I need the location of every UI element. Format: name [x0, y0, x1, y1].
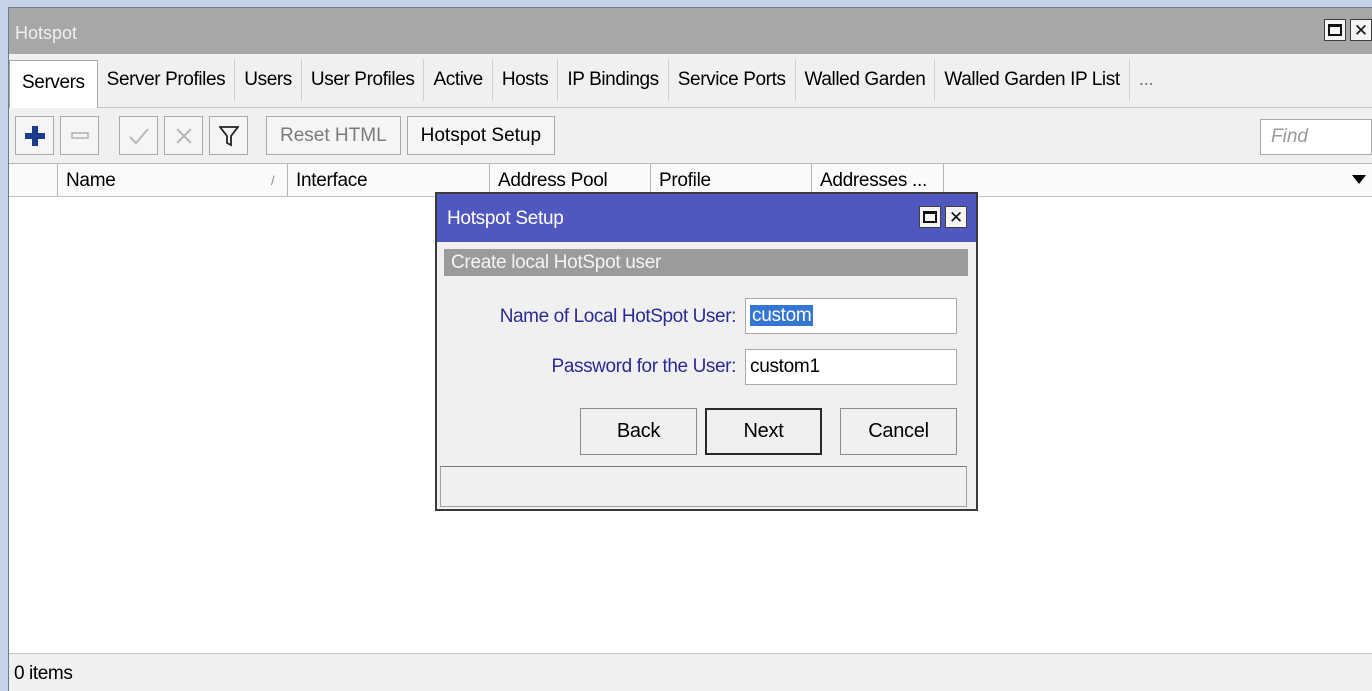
next-button[interactable]: Next — [705, 408, 822, 455]
cancel-button[interactable]: Cancel — [840, 408, 957, 455]
window-title: Hotspot — [15, 23, 78, 43]
hotspot-setup-dialog: Hotspot Setup ✕ Create local HotSpot use… — [435, 192, 978, 511]
password-label: Password for the User: — [551, 356, 737, 377]
reset-html-button[interactable]: Reset HTML — [266, 116, 401, 155]
filter-button[interactable] — [209, 116, 248, 155]
toolbar: Reset HTML Hotspot Setup Find — [9, 109, 1372, 162]
tab-server-profiles[interactable]: Server Profiles — [98, 59, 236, 101]
tab-more[interactable]: ... — [1130, 59, 1163, 101]
column-menu-icon[interactable] — [1352, 175, 1366, 184]
name-value: custom — [750, 305, 814, 326]
local-user-name-input[interactable]: custom — [745, 298, 957, 334]
password-input[interactable]: custom1 — [745, 349, 957, 385]
remove-button[interactable] — [60, 116, 99, 155]
tab-bar: Servers Server Profiles Users User Profi… — [9, 54, 1372, 108]
hotspot-setup-button[interactable]: Hotspot Setup — [406, 116, 556, 155]
tab-hosts[interactable]: Hosts — [493, 59, 559, 101]
maximize-icon[interactable] — [1324, 19, 1346, 41]
add-button[interactable] — [15, 116, 54, 155]
enable-button[interactable] — [119, 116, 158, 155]
tab-ip-bindings[interactable]: IP Bindings — [558, 59, 669, 101]
col-name[interactable]: Name — [58, 164, 288, 196]
window-titlebar[interactable]: Hotspot ✕ — [9, 8, 1372, 54]
plus-icon — [24, 125, 45, 146]
dialog-maximize-icon[interactable] — [919, 206, 941, 228]
name-label: Name of Local HotSpot User: — [499, 306, 737, 327]
dialog-controls: ✕ — [919, 206, 967, 228]
find-input[interactable]: Find — [1260, 119, 1372, 155]
dialog-step-title: Create local HotSpot user — [444, 249, 968, 276]
tab-servers[interactable]: Servers — [9, 60, 98, 108]
items-count: 0 items — [14, 663, 73, 684]
tab-walled-garden[interactable]: Walled Garden — [796, 59, 936, 101]
window-controls: ✕ — [1324, 19, 1372, 41]
minus-icon — [70, 131, 89, 139]
tab-service-ports[interactable]: Service Ports — [669, 59, 796, 101]
back-button[interactable]: Back — [580, 408, 697, 455]
tab-active[interactable]: Active — [424, 59, 493, 101]
filter-icon — [218, 125, 239, 146]
close-icon[interactable]: ✕ — [1350, 19, 1372, 41]
check-icon — [128, 127, 149, 144]
tab-users[interactable]: Users — [235, 59, 302, 101]
tab-user-profiles[interactable]: User Profiles — [302, 59, 425, 101]
dialog-title: Hotspot Setup — [447, 208, 564, 229]
disable-x-icon — [175, 127, 192, 144]
status-bar: 0 items — [9, 653, 1372, 691]
col-checkbox[interactable] — [9, 164, 58, 196]
password-value: custom1 — [750, 356, 820, 377]
tab-walled-garden-ip-list[interactable]: Walled Garden IP List — [935, 59, 1130, 101]
dialog-status-bar — [440, 466, 967, 507]
sort-indicator-icon: / — [271, 173, 275, 188]
disable-button[interactable] — [164, 116, 203, 155]
dialog-close-icon[interactable]: ✕ — [945, 206, 967, 228]
dialog-titlebar[interactable]: Hotspot Setup ✕ — [437, 194, 976, 242]
